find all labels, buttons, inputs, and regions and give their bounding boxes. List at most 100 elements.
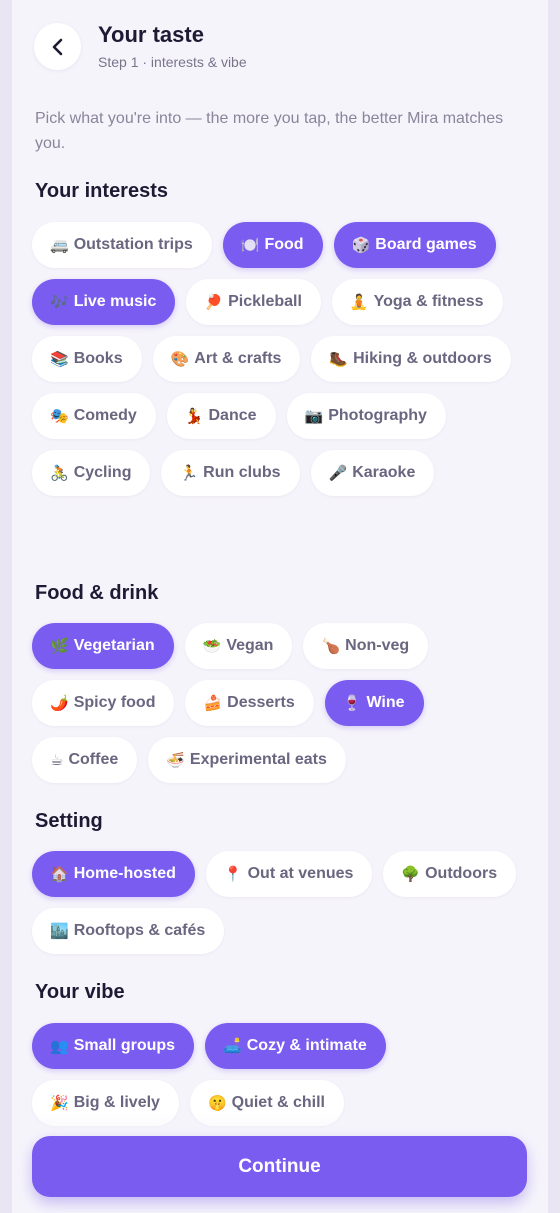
board-games-emoji-icon: 🎲 [351,236,371,254]
chip-label: Photography [328,407,427,424]
chip-label: Wine [366,694,405,711]
chip-label: Food [264,236,304,253]
outdoors-emoji-icon: 🌳 [401,865,421,883]
chip-group-food-drink: 🌿 Vegetarian 🥗 Vegan 🍗 Non-veg 🌶️ Spicy food 🍰 De… [32,623,532,783]
chip-label: Experimental eats [189,751,327,768]
run-clubs-emoji-icon: 🏃 [179,464,199,482]
chip-live-music[interactable]: 🎶 Live music [32,279,176,325]
chip-label: Spicy food [73,694,156,711]
chip-outstation-trips[interactable]: 🚐 Outstation trips [32,222,212,268]
section-title-setting: Setting [35,810,103,832]
chip-label: Non-veg [345,637,410,654]
chip-label: Vegan [226,637,274,654]
continue-button[interactable]: Continue [32,1136,527,1197]
chip-pickleball[interactable]: 🏓 Pickleball [186,279,321,325]
rooftops-and-caf-s-emoji-icon: 🏙️ [50,922,69,940]
small-groups-emoji-icon: 👥 [50,1037,69,1055]
coffee-emoji-icon: ☕ [50,751,64,769]
chip-yoga-and-fitness[interactable]: 🧘 Yoga & fitness [331,279,503,325]
chip-label: Small groups [73,1037,176,1054]
chip-outdoors[interactable]: 🌳 Outdoors [383,851,517,897]
chip-label: Board games [375,236,477,253]
outstation-trips-emoji-icon: 🚐 [50,236,69,254]
chip-art-and-crafts[interactable]: 🎨 Art & crafts [152,336,301,382]
header: Your taste Step 1 · interests & vibe [34,22,526,72]
chip-non-veg[interactable]: 🍗 Non-veg [303,623,429,669]
spicy-food-emoji-icon: 🌶️ [50,694,69,712]
big-and-lively-emoji-icon: 🎉 [50,1094,69,1112]
food-emoji-icon: 🍽️ [240,236,260,254]
chip-label: Out at venues [247,865,354,882]
live-music-emoji-icon: 🎶 [50,293,69,311]
quiet-and-chill-emoji-icon: 🤫 [207,1094,227,1112]
chip-photography[interactable]: 📷 Photography [286,393,446,439]
books-emoji-icon: 📚 [50,350,69,368]
chip-experimental-eats[interactable]: 🍜 Experimental eats [148,737,346,783]
taste-screen: Your taste Step 1 · interests & vibe Pic… [12,0,548,1213]
vegan-emoji-icon: 🥗 [202,637,222,655]
chip-food[interactable]: 🍽️ Food [222,222,323,268]
chip-label: Desserts [227,694,295,711]
chip-vegan[interactable]: 🥗 Vegan [184,623,293,669]
desserts-emoji-icon: 🍰 [203,694,223,712]
chip-label: Dance [208,407,257,424]
chip-label: Coffee [68,751,119,768]
chip-label: Run clubs [203,464,281,481]
vegetarian-emoji-icon: 🌿 [50,637,69,655]
comedy-emoji-icon: 🎭 [50,407,69,425]
chip-label: Outdoors [425,865,498,882]
chip-cycling[interactable]: 🚴 Cycling [32,450,151,496]
chip-wine[interactable]: 🍷 Wine [324,680,424,726]
chip-label: Books [73,350,123,367]
home-hosted-emoji-icon: 🏠 [50,865,69,883]
chip-out-at-venues[interactable]: 📍 Out at venues [205,851,373,897]
chip-label: Pickleball [228,293,302,310]
chip-rooftops-and-caf-s[interactable]: 🏙️ Rooftops & cafés [32,908,225,954]
chip-home-hosted[interactable]: 🏠 Home-hosted [32,851,195,897]
chip-small-groups[interactable]: 👥 Small groups [32,1023,195,1069]
chip-label: Karaoke [352,464,416,481]
chip-karaoke[interactable]: 🎤 Karaoke [310,450,435,496]
art-and-crafts-emoji-icon: 🎨 [170,350,190,368]
chip-group-interests: 🚐 Outstation trips 🍽️ Food 🎲 Board games 🎶 Live… [32,222,532,496]
chip-comedy[interactable]: 🎭 Comedy [32,393,156,439]
chip-label: Outstation trips [73,236,193,253]
hiking-and-outdoors-emoji-icon: 🥾 [329,350,349,368]
chip-group-vibe: 👥 Small groups 🛋️ Cozy & intimate 🎉 Big & liv… [32,1023,532,1126]
yoga-and-fitness-emoji-icon: 🧘 [349,293,369,311]
chip-group-setting: 🏠 Home-hosted 📍 Out at venues 🌳 Outdoors 🏙️ Roo… [32,851,532,954]
chip-label: Vegetarian [73,637,155,654]
wine-emoji-icon: 🍷 [342,694,362,712]
intro-text: Pick what you're into — the more you tap… [35,110,504,152]
chevron-left-icon [52,38,62,55]
back-button[interactable] [34,23,81,70]
cycling-emoji-icon: 🚴 [50,464,69,482]
section-title-interests: Your interests [35,180,168,202]
chip-label: Home-hosted [73,865,176,882]
chip-vegetarian[interactable]: 🌿 Vegetarian [32,623,174,669]
chip-label: Big & lively [73,1094,160,1111]
chip-label: Comedy [73,407,137,424]
chip-cozy-and-intimate[interactable]: 🛋️ Cozy & intimate [205,1023,386,1069]
non-veg-emoji-icon: 🍗 [321,637,341,655]
chip-hiking-and-outdoors[interactable]: 🥾 Hiking & outdoors [311,336,511,382]
chip-board-games[interactable]: 🎲 Board games [333,222,496,268]
chip-label: Quiet & chill [231,1094,325,1111]
chip-coffee[interactable]: ☕ Coffee [32,737,138,783]
chip-label: Yoga & fitness [373,293,484,310]
page-subtitle: Step 1 · interests & vibe [98,54,247,70]
cozy-and-intimate-emoji-icon: 🛋️ [223,1037,242,1055]
out-at-venues-emoji-icon: 📍 [223,865,243,883]
chip-label: Cycling [73,464,132,481]
chip-desserts[interactable]: 🍰 Desserts [185,680,314,726]
chip-run-clubs[interactable]: 🏃 Run clubs [161,450,300,496]
section-title-food-drink: Food & drink [35,582,159,604]
page-title: Your taste [98,22,204,47]
dance-emoji-icon: 💃 [184,407,204,425]
chip-spicy-food[interactable]: 🌶️ Spicy food [32,680,175,726]
photography-emoji-icon: 📷 [304,407,324,425]
section-title-vibe: Your vibe [35,981,125,1003]
karaoke-emoji-icon: 🎤 [328,464,348,482]
chip-dance[interactable]: 💃 Dance [166,393,276,439]
chip-books[interactable]: 📚 Books [32,336,142,382]
